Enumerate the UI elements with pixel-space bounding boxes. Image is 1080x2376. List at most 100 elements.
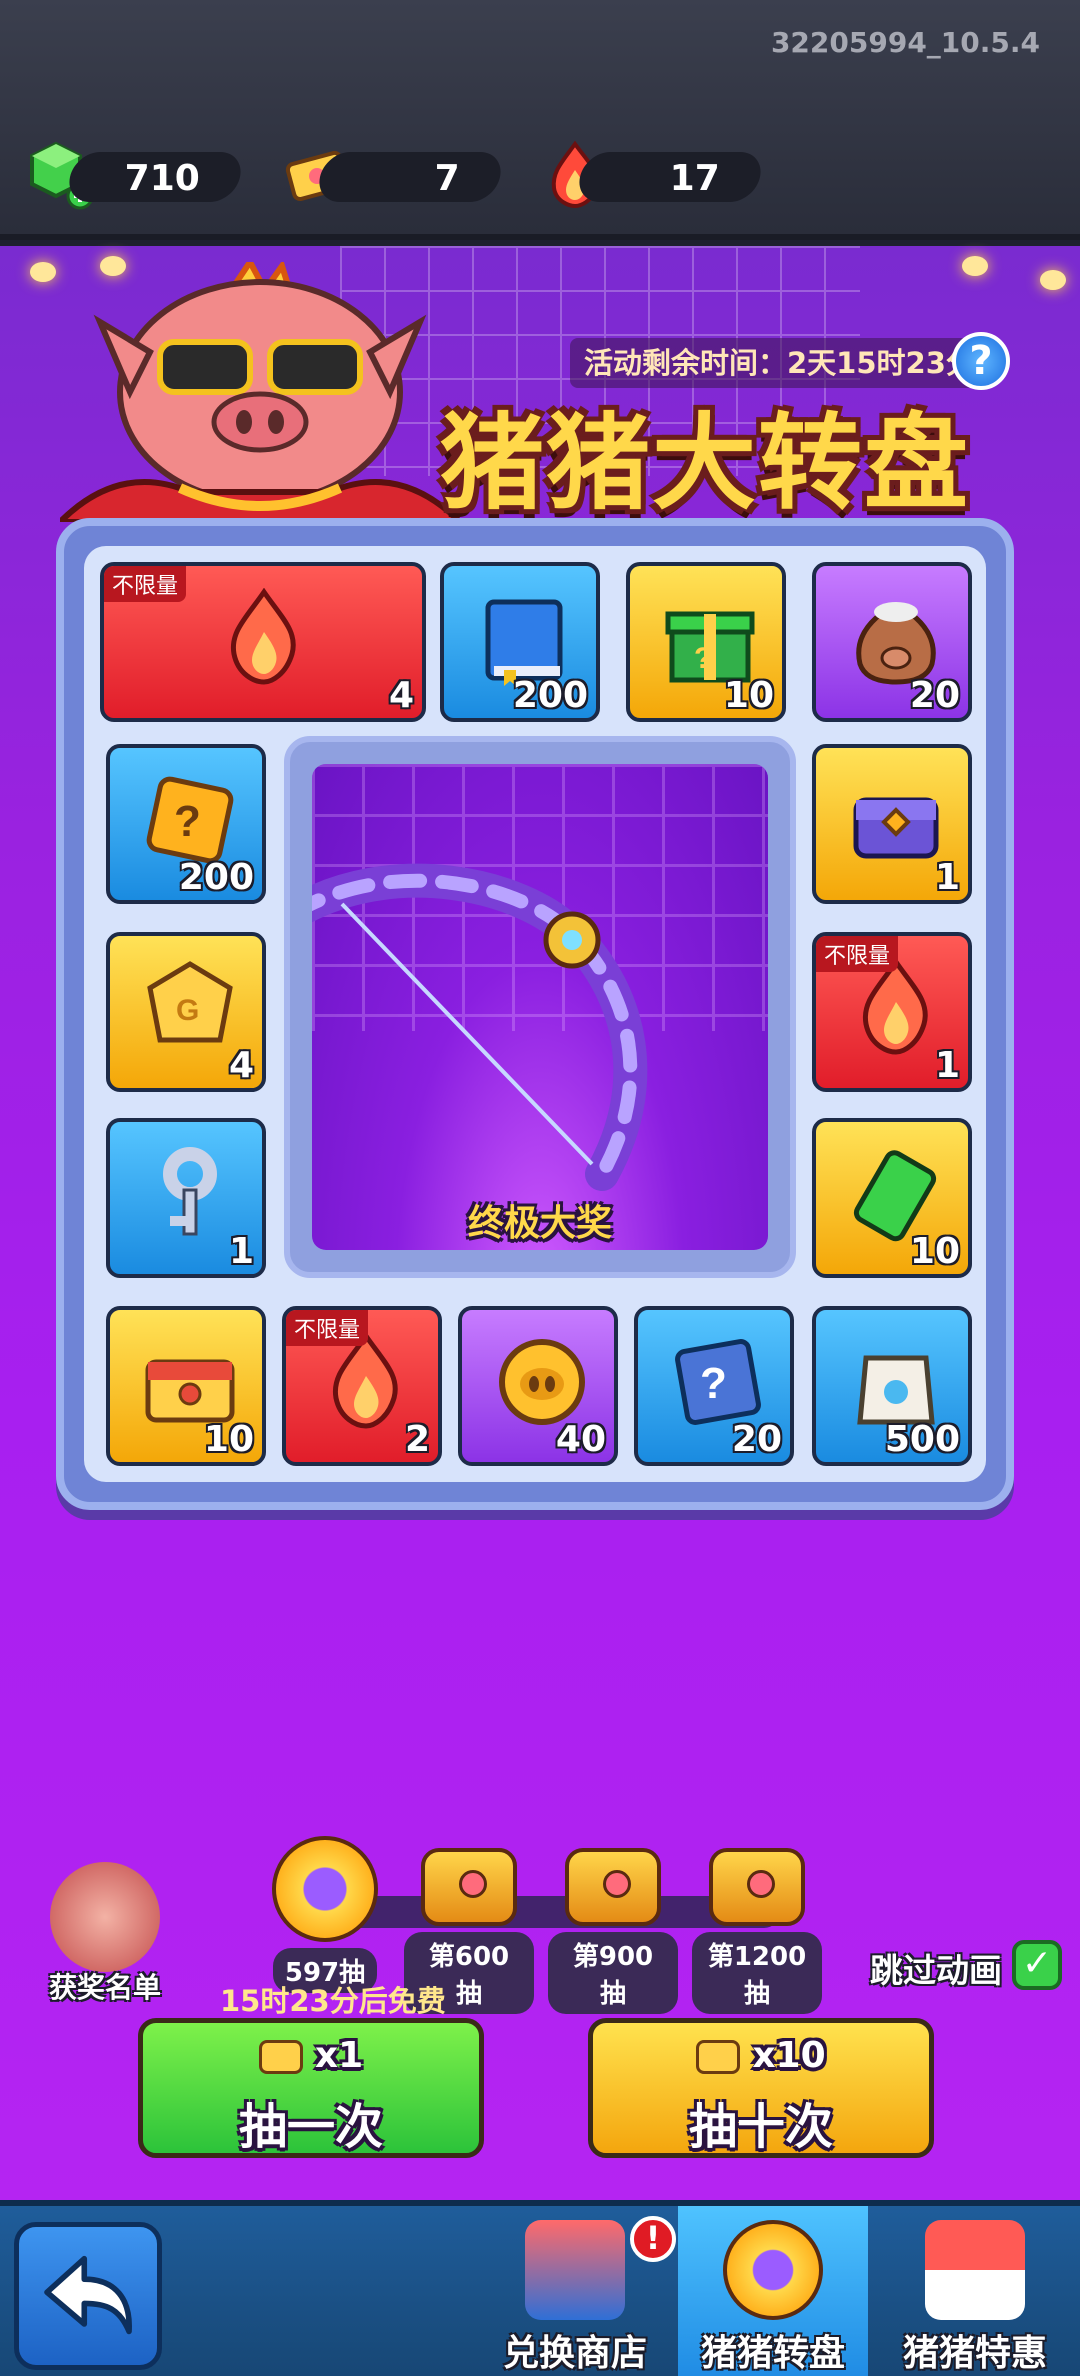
scroll-feather-icon [50, 1862, 160, 1972]
version-label: 32205994_10.5.4 [770, 26, 1040, 59]
ticket-counter[interactable]: 7 [314, 152, 506, 202]
shop-stall-icon [525, 2220, 625, 2320]
gold-ticket-icon [258, 2040, 303, 2074]
prize-quantity: 1 [934, 1045, 960, 1086]
draw-ten-count: x10 [752, 2035, 826, 2076]
draw-ten-button[interactable]: x10 抽十次 [588, 2018, 934, 2158]
prize-cell[interactable]: 500 [812, 1306, 972, 1466]
pig-chest-icon [421, 1848, 517, 1926]
prize-quantity: 200 [512, 675, 588, 716]
gold-treasure-chest-icon [145, 1359, 235, 1423]
unlimited-tag: 不限量 [816, 936, 899, 972]
wheel-medal-icon [272, 1836, 378, 1942]
current-draw-count: 597抽 [260, 1836, 390, 1993]
prize-quantity: 10 [723, 675, 774, 716]
red-flame-icon [230, 588, 296, 685]
milestone-label: 第900抽 [548, 1932, 678, 2014]
food-bag-icon [857, 1355, 935, 1425]
top-bar: 32205994_10.5.4 710 7 17 [0, 0, 1080, 240]
prize-cell[interactable]: 不限量 4 [100, 562, 426, 722]
blue-mystery-cube-icon: ? [675, 1339, 761, 1425]
prize-cell[interactable]: 10 [106, 1306, 266, 1466]
tab-label: 猪猪转盘 [700, 2333, 845, 2374]
green-battery-icon [853, 1150, 937, 1242]
prize-cell[interactable]: 40 [458, 1306, 618, 1466]
flame-counter[interactable]: 17 [574, 152, 766, 202]
prize-quantity: 10 [909, 1231, 960, 1272]
special-offer-stall-icon [925, 2220, 1025, 2320]
pig-coin-icon [499, 1339, 585, 1425]
prize-cell[interactable]: 200 [440, 562, 600, 722]
light-bulb [962, 256, 988, 276]
gold-g-token-icon: G [147, 961, 233, 1043]
tab-pig-specials[interactable]: 猪猪特惠 [880, 2206, 1070, 2376]
milestone-1200[interactable]: 第1200抽 [692, 1848, 822, 2014]
tab-label: 兑换商店 [502, 2333, 647, 2374]
prize-cell[interactable]: ? 20 [634, 1306, 794, 1466]
svg-text:?: ? [694, 642, 712, 675]
winners-list-label: 获奖名单 [48, 1971, 161, 2004]
svg-text:?: ? [700, 1359, 727, 1408]
prize-quantity: 1 [228, 1231, 254, 1272]
skip-animation-label: 跳过动画 [870, 1951, 1002, 1990]
pig-chest-icon [565, 1848, 661, 1926]
back-button[interactable] [14, 2222, 162, 2370]
silver-key-icon [163, 1147, 217, 1236]
winners-list-button[interactable]: 获奖名单 [40, 1862, 170, 2006]
draw-ten-cost: x10 [593, 2035, 929, 2076]
back-arrow-icon [44, 2255, 132, 2335]
prize-quantity: 4 [388, 675, 414, 716]
red-flame-icon [332, 1332, 398, 1429]
light-bulb [1040, 270, 1066, 290]
grand-prize-display: 终极大奖 [312, 764, 768, 1250]
tab-pig-wheel[interactable]: 猪猪转盘 [678, 2206, 868, 2376]
prize-quantity: 1 [934, 857, 960, 898]
wheel-medal-icon [723, 2220, 823, 2320]
prize-cell[interactable]: ? 10 [626, 562, 786, 722]
draw-ten-label: 抽十次 [688, 2099, 833, 2155]
milestone-label: 第1200抽 [692, 1932, 822, 2014]
prize-quantity: 20 [909, 675, 960, 716]
purple-chest-icon [853, 797, 939, 859]
draw-one-button[interactable]: x1 抽一次 [138, 2018, 484, 2158]
ultimate-bow-icon [312, 863, 648, 1191]
gem-counter[interactable]: 710 [64, 152, 246, 202]
prize-cell[interactable]: 不限量 2 [282, 1306, 442, 1466]
milestone-900[interactable]: 第900抽 [548, 1848, 678, 2014]
draw-one-label: 抽一次 [238, 2099, 383, 2155]
draw-one-count: x1 [314, 2035, 364, 2076]
prize-quantity: 500 [884, 1419, 960, 1460]
green-gift-box-icon: ? [665, 611, 755, 683]
prize-cell[interactable]: ? 200 [106, 744, 266, 904]
svg-text:G: G [176, 994, 199, 1027]
prize-quantity: 10 [203, 1419, 254, 1460]
pig-chest-icon [709, 1848, 805, 1926]
grand-prize-label: 终极大奖 [467, 1203, 612, 1244]
prize-quantity: 2 [404, 1419, 430, 1460]
alert-badge: ! [630, 2216, 676, 2262]
draw-one-cost: x1 [143, 2035, 479, 2076]
svg-text:?: ? [174, 797, 201, 846]
prize-cell[interactable]: 20 [812, 562, 972, 722]
prize-quantity: 40 [555, 1419, 606, 1460]
prize-cell[interactable]: 1 [106, 1118, 266, 1278]
unlimited-tag: 不限量 [104, 566, 187, 602]
free-draw-countdown: 15时23分后免费 [220, 1984, 446, 2018]
prize-cell[interactable]: G4 [106, 932, 266, 1092]
prize-cell[interactable]: 1 [812, 744, 972, 904]
prize-quantity: 4 [228, 1045, 254, 1086]
blue-book-icon [485, 599, 563, 686]
gold-ticket-icon [696, 2040, 741, 2074]
mystery-box-icon: ? [146, 776, 234, 864]
prize-cell[interactable]: 10 [812, 1118, 972, 1278]
light-bulb [30, 262, 56, 282]
prize-quantity: 20 [731, 1419, 782, 1460]
pig-mascot-icon [60, 262, 460, 522]
prize-quantity: 200 [178, 857, 254, 898]
grand-prize-panel[interactable]: 终极大奖 [284, 736, 796, 1278]
event-title: 猪猪大转盘 [440, 402, 971, 524]
prize-cell[interactable]: 不限量 1 [812, 932, 972, 1092]
bottom-nav: 兑换商店 ! 猪猪转盘 猪猪特惠 [0, 2200, 1080, 2376]
red-flame-icon [862, 958, 928, 1055]
skip-animation-checkbox[interactable]: ✓ [1012, 1940, 1062, 1990]
